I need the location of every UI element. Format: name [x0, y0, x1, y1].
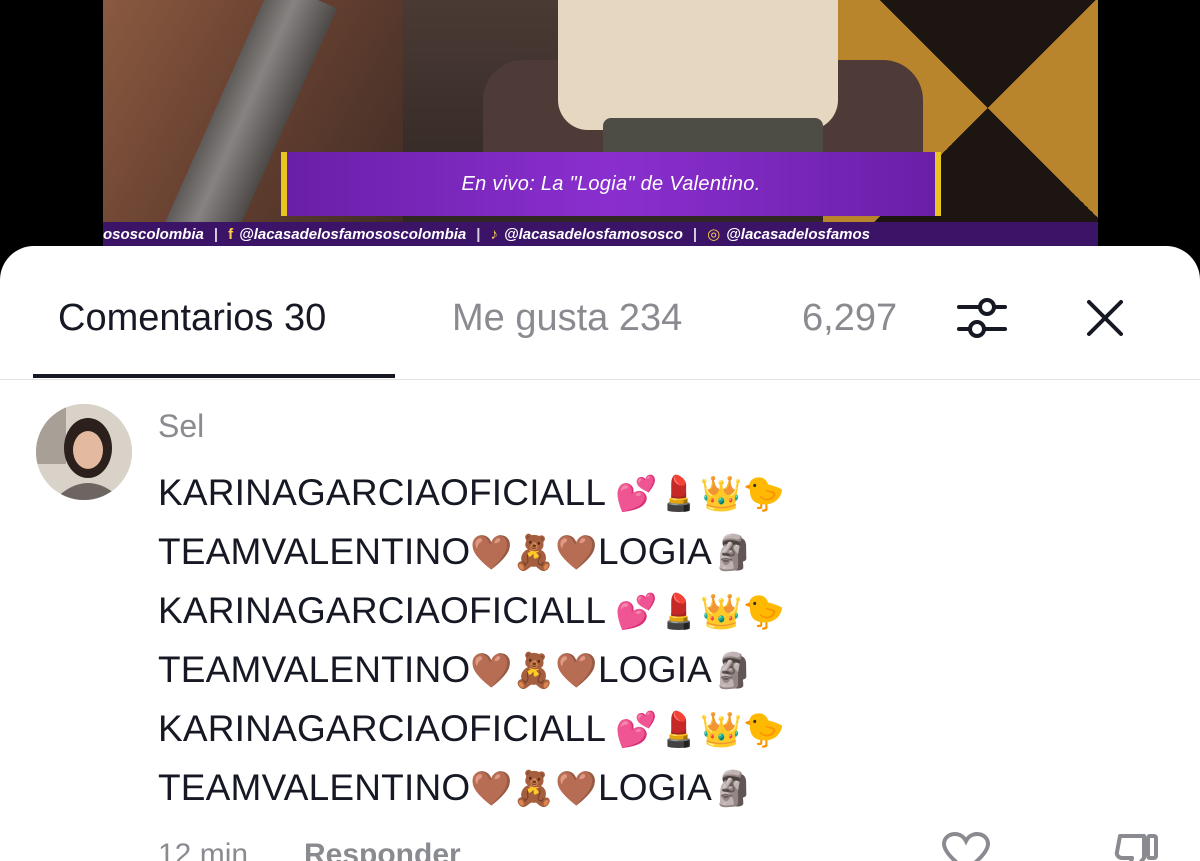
video-ticker: ososcolombia | f @lacasadelosfamososcolombi…: [103, 222, 1098, 248]
comment-item: Sel KARINAGARCIAOFICIALL 💕💄👑🐤 TEAMVALENT…: [0, 380, 1200, 861]
reply-button[interactable]: Responder: [304, 838, 461, 861]
comment-line: TEAMVALENTINO🤎🧸🤎LOGIA🗿: [158, 767, 755, 809]
facebook-icon: f: [228, 226, 234, 243]
active-tab-indicator: [33, 374, 395, 378]
heart-icon: [941, 831, 991, 861]
video-player[interactable]: En vivo: La "Logia" de Valentino. ososco…: [0, 0, 1200, 270]
filter-icon: [957, 298, 1007, 338]
comment-username[interactable]: Sel: [158, 408, 204, 445]
comment-line: KARINAGARCIAOFICIALL 💕💄👑🐤: [158, 590, 786, 632]
avatar[interactable]: [36, 404, 132, 500]
tab-comments[interactable]: Comentarios 30: [58, 296, 326, 340]
video-frame[interactable]: En vivo: La "Logia" de Valentino. ososco…: [103, 0, 1098, 270]
ticker-item: ososcolombia: [103, 226, 204, 243]
instagram-icon: ◎: [707, 226, 721, 243]
avatar-image: [36, 404, 132, 500]
ticker-item: ♪ @lacasadelosfamososco: [490, 222, 682, 248]
close-button[interactable]: [1077, 290, 1133, 346]
comment-line: TEAMVALENTINO🤎🧸🤎LOGIA🗿: [158, 649, 755, 691]
comment-meta: 12 min Responder: [158, 838, 461, 861]
dislike-button[interactable]: [1112, 832, 1160, 861]
sheet-tabs: Comentarios 30 Me gusta 234 6,297: [0, 246, 1200, 380]
ticker-item: f @lacasadelosfamososcolombia: [228, 222, 466, 248]
ticker-item: ◎ @lacasadelosfamos: [707, 222, 870, 248]
video-scene-person: [558, 0, 838, 130]
tab-likes[interactable]: Me gusta 234: [452, 296, 682, 340]
close-icon: [1087, 300, 1123, 336]
video-banner: En vivo: La "Logia" de Valentino.: [281, 152, 941, 216]
comment-text: KARINAGARCIAOFICIALL 💕💄👑🐤 TEAMVALENTINO🤎…: [158, 464, 1058, 818]
comment-line: KARINAGARCIAOFICIALL 💕💄👑🐤: [158, 708, 786, 750]
tab-views[interactable]: 6,297: [802, 296, 897, 340]
tiktok-icon: ♪: [490, 226, 498, 243]
comment-line: KARINAGARCIAOFICIALL 💕💄👑🐤: [158, 472, 786, 514]
filter-button[interactable]: [954, 290, 1010, 346]
like-button[interactable]: [940, 831, 992, 861]
comments-sheet: Comentarios 30 Me gusta 234 6,297 Sel KA…: [0, 246, 1200, 861]
video-banner-text: En vivo: La "Logia" de Valentino.: [461, 172, 761, 195]
thumbs-down-icon: [1114, 834, 1158, 861]
comment-line: TEAMVALENTINO🤎🧸🤎LOGIA🗿: [158, 531, 755, 573]
comment-time: 12 min: [158, 838, 249, 861]
